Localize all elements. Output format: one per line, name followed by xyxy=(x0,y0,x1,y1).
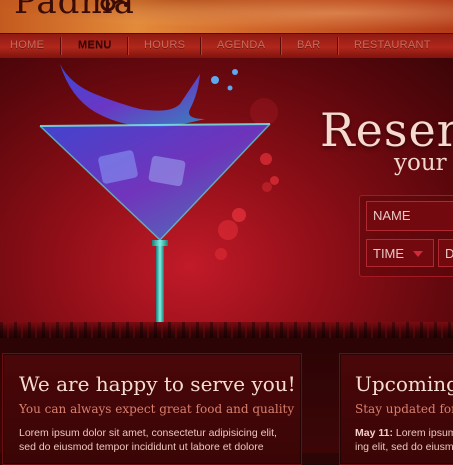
brand-bar: Padma xyxy=(0,0,453,33)
nav-item-bar[interactable]: BAR xyxy=(297,39,321,51)
time-select-label: TIME xyxy=(373,246,405,261)
martini-glass-image xyxy=(39,64,271,325)
welcome-panel: We are happy to serve you! You can alway… xyxy=(2,353,302,465)
hero-subtitle: your xyxy=(394,150,447,176)
welcome-title: We are happy to serve you! xyxy=(19,372,296,396)
nav-divider xyxy=(127,37,128,55)
upcoming-event-date: May 11: xyxy=(355,427,393,439)
nav-divider xyxy=(337,37,338,55)
welcome-subtitle: You can always expect great food and qua… xyxy=(19,402,295,416)
nav-item-agenda[interactable]: AGENDA xyxy=(217,39,265,51)
welcome-body-line: Lorem ipsum dolor sit amet, consectetur … xyxy=(19,427,277,439)
date-select[interactable]: D xyxy=(438,239,453,267)
section-divider xyxy=(0,322,453,338)
nav-item-hours[interactable]: HOURS xyxy=(144,39,185,51)
upcoming-event-text: Lorem ipsum xyxy=(392,427,453,439)
upcoming-title: Upcoming xyxy=(355,372,453,396)
nav-divider xyxy=(200,37,201,55)
chevron-down-icon xyxy=(413,251,423,257)
main-nav: HOME MENU HOURS AGENDA BAR RESTAURANT xyxy=(0,33,453,59)
nav-divider xyxy=(280,37,281,55)
nav-item-home[interactable]: HOME xyxy=(10,39,44,51)
nav-item-menu[interactable]: MENU xyxy=(78,39,112,51)
nav-divider xyxy=(60,37,61,55)
time-select[interactable]: TIME xyxy=(366,239,434,267)
upcoming-panel: Upcoming Stay updated for g May 11: Lore… xyxy=(339,353,453,465)
upcoming-event[interactable]: May 11: Lorem ipsum xyxy=(355,426,453,440)
hero-title: Reser xyxy=(320,103,453,157)
nav-item-restaurant[interactable]: RESTAURANT xyxy=(354,39,431,51)
hero-banner: Reser your NAME TIME D xyxy=(0,58,453,325)
welcome-body-line: sed do eiusmod tempor incididunt ut labo… xyxy=(19,441,264,453)
logo-flourish-icon xyxy=(100,0,128,12)
name-input[interactable]: NAME xyxy=(366,201,453,231)
upcoming-subtitle: Stay updated for g xyxy=(355,402,453,416)
upcoming-body-line: ing elit, sed do eiusmo xyxy=(355,441,453,453)
